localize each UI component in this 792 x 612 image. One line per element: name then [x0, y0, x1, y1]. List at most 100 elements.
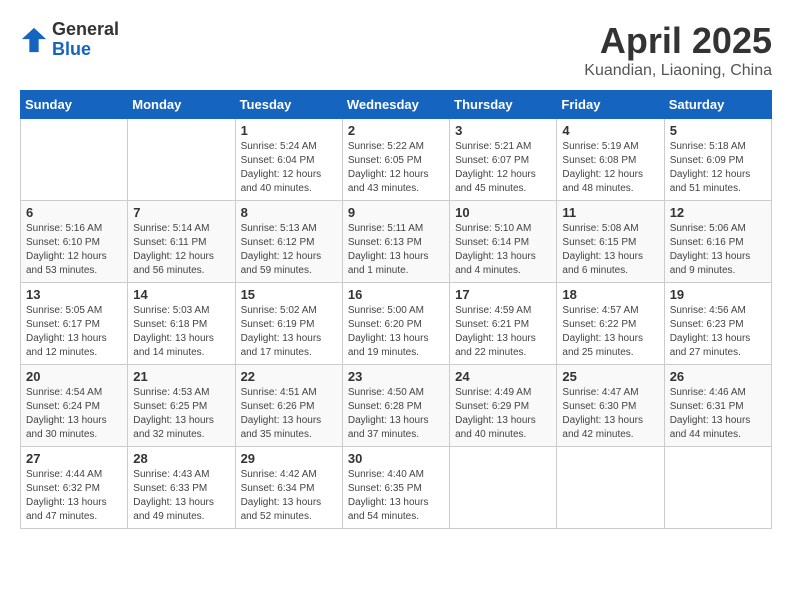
day-number: 18: [562, 287, 658, 302]
day-number: 24: [455, 369, 551, 384]
calendar-day-cell: 19 Sunrise: 4:56 AMSunset: 6:23 PMDayligh…: [664, 283, 771, 365]
day-number: 6: [26, 205, 122, 220]
day-info: Sunrise: 5:16 AMSunset: 6:10 PMDaylight:…: [26, 222, 122, 278]
calendar-day-cell: 21Sunrise: 4:53 AMSunset: 6:25 PMDayligh…: [128, 365, 235, 447]
weekday-header-cell: Thursday: [450, 91, 557, 119]
calendar-day-cell: [21, 119, 128, 201]
day-number: 29: [241, 451, 337, 466]
calendar-day-cell: 17 Sunrise: 4:59 AMSunset: 6:21 PMDayligh…: [450, 283, 557, 365]
weekday-header-cell: Monday: [128, 91, 235, 119]
logo-icon: [20, 26, 48, 54]
calendar-day-cell: 8 Sunrise: 5:13 AMSunset: 6:12 PMDaylight…: [235, 201, 342, 283]
calendar-day-cell: [557, 447, 664, 529]
calendar-day-cell: 22 Sunrise: 4:51 AMSunset: 6:26 PMDayligh…: [235, 365, 342, 447]
day-info: Sunrise: 4:47 AMSunset: 6:30 PMDaylight:…: [562, 386, 658, 442]
title-area: April 2025 Kuandian, Liaoning, China: [584, 20, 772, 80]
day-number: 1: [241, 123, 337, 138]
calendar-day-cell: [128, 119, 235, 201]
day-number: 28: [133, 451, 229, 466]
month-title: April 2025: [584, 20, 772, 62]
calendar-week-row: 20 Sunrise: 4:54 AMSunset: 6:24 PMDayligh…: [21, 365, 772, 447]
day-info: Sunrise: 5:18 AMSunset: 6:09 PMDaylight:…: [670, 140, 766, 196]
day-info: Sunrise: 4:46 AMSunset: 6:31 PMDaylight:…: [670, 386, 766, 442]
day-number: 19: [670, 287, 766, 302]
day-info: Sunrise: 5:22 AMSunset: 6:05 PMDaylight:…: [348, 140, 444, 196]
day-info: Sunrise: 4:56 AMSunset: 6:23 PMDaylight:…: [670, 304, 766, 360]
calendar-day-cell: 11Sunrise: 5:08 AMSunset: 6:15 PMDayligh…: [557, 201, 664, 283]
day-info: Sunrise: 4:54 AMSunset: 6:24 PMDaylight:…: [26, 386, 122, 442]
weekday-header-cell: Tuesday: [235, 91, 342, 119]
calendar-day-cell: 18Sunrise: 4:57 AMSunset: 6:22 PMDayligh…: [557, 283, 664, 365]
day-number: 15: [241, 287, 337, 302]
day-number: 3: [455, 123, 551, 138]
day-info: Sunrise: 5:11 AMSunset: 6:13 PMDaylight:…: [348, 222, 444, 278]
calendar-day-cell: 27Sunrise: 4:44 AMSunset: 6:32 PMDayligh…: [21, 447, 128, 529]
day-info: Sunrise: 4:59 AMSunset: 6:21 PMDaylight:…: [455, 304, 551, 360]
calendar-day-cell: 26 Sunrise: 4:46 AMSunset: 6:31 PMDayligh…: [664, 365, 771, 447]
calendar-day-cell: 7 Sunrise: 5:14 AMSunset: 6:11 PMDaylight…: [128, 201, 235, 283]
calendar-day-cell: 10Sunrise: 5:10 AMSunset: 6:14 PMDayligh…: [450, 201, 557, 283]
logo-text-general: General: [52, 19, 119, 39]
day-number: 9: [348, 205, 444, 220]
day-info: Sunrise: 5:03 AMSunset: 6:18 PMDaylight:…: [133, 304, 229, 360]
weekday-header-row: SundayMondayTuesdayWednesdayThursdayFrid…: [21, 91, 772, 119]
calendar-day-cell: [664, 447, 771, 529]
calendar-week-row: 13 Sunrise: 5:05 AMSunset: 6:17 PMDayligh…: [21, 283, 772, 365]
calendar-day-cell: 29 Sunrise: 4:42 AMSunset: 6:34 PMDayligh…: [235, 447, 342, 529]
day-info: Sunrise: 5:21 AMSunset: 6:07 PMDaylight:…: [455, 140, 551, 196]
weekday-header-cell: Sunday: [21, 91, 128, 119]
day-number: 4: [562, 123, 658, 138]
calendar-day-cell: 25 Sunrise: 4:47 AMSunset: 6:30 PMDayligh…: [557, 365, 664, 447]
calendar-day-cell: [450, 447, 557, 529]
calendar-day-cell: 4Sunrise: 5:19 AMSunset: 6:08 PMDaylight…: [557, 119, 664, 201]
day-number: 5: [670, 123, 766, 138]
calendar-day-cell: 23Sunrise: 4:50 AMSunset: 6:28 PMDayligh…: [342, 365, 449, 447]
calendar-day-cell: 28 Sunrise: 4:43 AMSunset: 6:33 PMDayligh…: [128, 447, 235, 529]
calendar-week-row: 27Sunrise: 4:44 AMSunset: 6:32 PMDayligh…: [21, 447, 772, 529]
weekday-header-cell: Friday: [557, 91, 664, 119]
calendar-week-row: 1 Sunrise: 5:24 AMSunset: 6:04 PMDaylight…: [21, 119, 772, 201]
calendar-day-cell: 15 Sunrise: 5:02 AMSunset: 6:19 PMDayligh…: [235, 283, 342, 365]
day-info: Sunrise: 5:08 AMSunset: 6:15 PMDaylight:…: [562, 222, 658, 278]
day-info: Sunrise: 4:43 AMSunset: 6:33 PMDaylight:…: [133, 468, 229, 524]
day-info: Sunrise: 4:42 AMSunset: 6:34 PMDaylight:…: [241, 468, 337, 524]
calendar-day-cell: 2 Sunrise: 5:22 AMSunset: 6:05 PMDaylight…: [342, 119, 449, 201]
weekday-header-cell: Saturday: [664, 91, 771, 119]
day-info: Sunrise: 4:51 AMSunset: 6:26 PMDaylight:…: [241, 386, 337, 442]
calendar-day-cell: 5 Sunrise: 5:18 AMSunset: 6:09 PMDaylight…: [664, 119, 771, 201]
logo: General Blue: [20, 20, 119, 60]
calendar-day-cell: 9 Sunrise: 5:11 AMSunset: 6:13 PMDaylight…: [342, 201, 449, 283]
day-info: Sunrise: 5:05 AMSunset: 6:17 PMDaylight:…: [26, 304, 122, 360]
page-header: General Blue April 2025 Kuandian, Liaoni…: [20, 20, 772, 80]
day-info: Sunrise: 5:00 AMSunset: 6:20 PMDaylight:…: [348, 304, 444, 360]
day-info: Sunrise: 5:02 AMSunset: 6:19 PMDaylight:…: [241, 304, 337, 360]
calendar-table: SundayMondayTuesdayWednesdayThursdayFrid…: [20, 90, 772, 529]
day-number: 22: [241, 369, 337, 384]
day-info: Sunrise: 5:06 AMSunset: 6:16 PMDaylight:…: [670, 222, 766, 278]
calendar-day-cell: 13 Sunrise: 5:05 AMSunset: 6:17 PMDayligh…: [21, 283, 128, 365]
day-number: 17: [455, 287, 551, 302]
day-info: Sunrise: 4:53 AMSunset: 6:25 PMDaylight:…: [133, 386, 229, 442]
day-info: Sunrise: 5:24 AMSunset: 6:04 PMDaylight:…: [241, 140, 337, 196]
day-number: 13: [26, 287, 122, 302]
day-number: 30: [348, 451, 444, 466]
day-number: 7: [133, 205, 229, 220]
calendar-day-cell: 20 Sunrise: 4:54 AMSunset: 6:24 PMDayligh…: [21, 365, 128, 447]
day-number: 25: [562, 369, 658, 384]
day-number: 14: [133, 287, 229, 302]
logo-text-blue: Blue: [52, 39, 91, 59]
day-number: 2: [348, 123, 444, 138]
day-info: Sunrise: 5:14 AMSunset: 6:11 PMDaylight:…: [133, 222, 229, 278]
calendar-day-cell: 30 Sunrise: 4:40 AMSunset: 6:35 PMDayligh…: [342, 447, 449, 529]
day-number: 16: [348, 287, 444, 302]
day-number: 8: [241, 205, 337, 220]
location-title: Kuandian, Liaoning, China: [584, 62, 772, 80]
calendar-body: 1 Sunrise: 5:24 AMSunset: 6:04 PMDaylight…: [21, 119, 772, 529]
day-info: Sunrise: 4:40 AMSunset: 6:35 PMDaylight:…: [348, 468, 444, 524]
day-info: Sunrise: 4:49 AMSunset: 6:29 PMDaylight:…: [455, 386, 551, 442]
day-number: 20: [26, 369, 122, 384]
day-number: 26: [670, 369, 766, 384]
day-info: Sunrise: 5:13 AMSunset: 6:12 PMDaylight:…: [241, 222, 337, 278]
calendar-day-cell: 12Sunrise: 5:06 AMSunset: 6:16 PMDayligh…: [664, 201, 771, 283]
calendar-day-cell: 1 Sunrise: 5:24 AMSunset: 6:04 PMDaylight…: [235, 119, 342, 201]
